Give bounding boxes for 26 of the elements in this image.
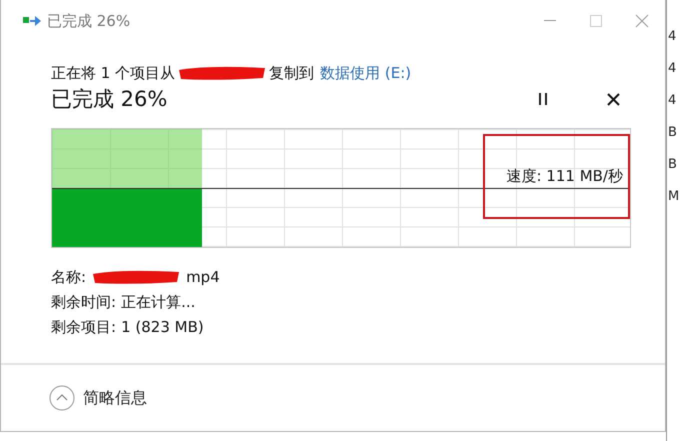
detail-value: 正在计算... <box>121 292 196 312</box>
chevron-up-icon <box>49 385 75 411</box>
destination-link[interactable]: 数据使用 (E:) <box>320 64 412 82</box>
window-title: 已完成 26% <box>47 12 132 30</box>
progress-heading: 已完成 26% <box>51 86 168 113</box>
background-text: B <box>667 124 677 141</box>
background-text: 4 <box>667 28 676 45</box>
background-text: 4 <box>667 92 676 109</box>
close-icon <box>635 14 649 28</box>
detail-label: 名称: <box>51 268 86 286</box>
close-icon <box>606 92 620 106</box>
detail-value: mp4 <box>186 268 220 286</box>
background-text: B <box>667 156 677 173</box>
pause-icon <box>538 93 548 105</box>
detail-value: 1 (823 MB) <box>121 318 204 336</box>
speed-label: 速度: 111 MB/秒 <box>506 167 623 186</box>
background-text: M <box>667 188 680 205</box>
detail-label: 剩余项目: <box>51 318 116 336</box>
copy-icon <box>23 14 41 28</box>
background-text: 4 <box>667 60 676 77</box>
copy-to-text: 复制到 <box>269 64 314 82</box>
fewer-details-button[interactable]: 简略信息 <box>49 385 147 411</box>
minimize-icon <box>544 20 556 22</box>
maximize-icon <box>590 15 602 27</box>
copy-status-text: 正在将 1 个项目从 <box>51 64 176 82</box>
detail-label: 剩余时间: <box>51 292 116 312</box>
